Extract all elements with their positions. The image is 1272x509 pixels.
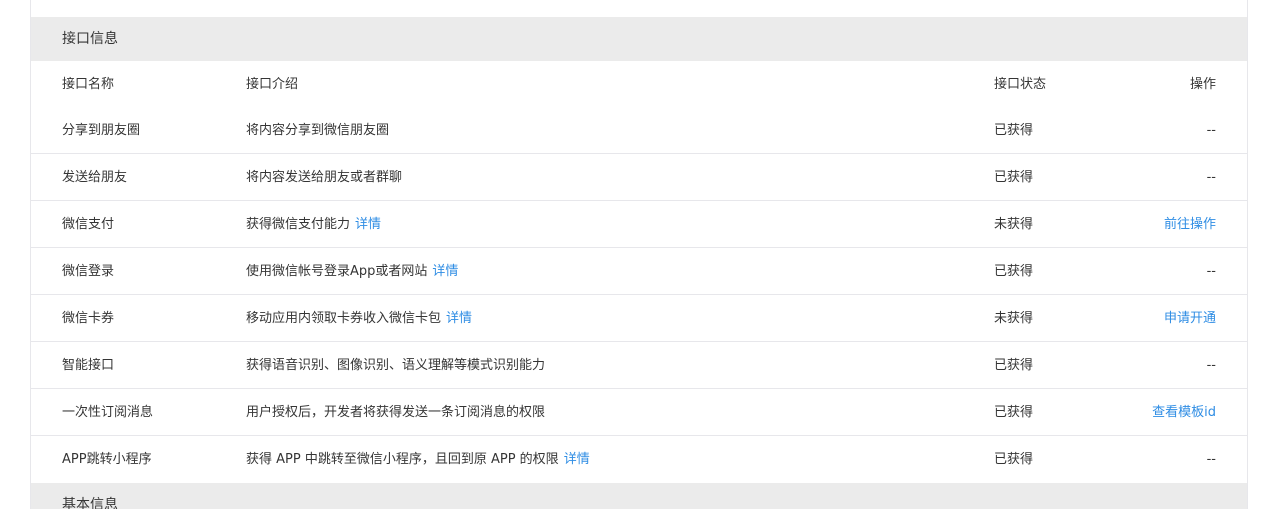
- api-name: 发送给朋友: [62, 170, 128, 185]
- section-title: 基本信息: [62, 497, 118, 509]
- details-link[interactable]: 详情: [446, 311, 472, 326]
- column-header-desc: 接口介绍: [246, 77, 299, 92]
- section-header-basic-info: 基本信息: [31, 483, 1247, 509]
- api-description: 将内容分享到微信朋友圈: [246, 123, 390, 138]
- api-description-cell: 获得微信支付能力 详情: [246, 201, 381, 248]
- api-description: 使用微信帐号登录App或者网站: [246, 264, 428, 279]
- operation-placeholder: --: [1206, 452, 1216, 467]
- table-row: 微信卡券 移动应用内领取卡券收入微信卡包 详情 未获得 申请开通: [31, 295, 1247, 342]
- api-status: 已获得: [994, 358, 1034, 373]
- api-name: 智能接口: [62, 358, 115, 373]
- table-row: 微信登录 使用微信帐号登录App或者网站 详情 已获得 --: [31, 248, 1247, 295]
- section-header-api-info: 接口信息: [31, 17, 1247, 61]
- table-row: APP跳转小程序 获得 APP 中跳转至微信小程序，且回到原 APP 的权限 详情 已…: [31, 436, 1247, 483]
- operation-placeholder: --: [1206, 170, 1216, 185]
- api-name: 一次性订阅消息: [62, 405, 154, 420]
- section-title: 接口信息: [62, 31, 118, 47]
- api-status: 未获得: [994, 217, 1034, 232]
- table-row: 发送给朋友 将内容发送给朋友或者群聊 已获得 --: [31, 154, 1247, 201]
- api-description-cell: 用户授权后，开发者将获得发送一条订阅消息的权限: [246, 389, 545, 436]
- api-description: 获得语音识别、图像识别、语义理解等模式识别能力: [246, 358, 546, 373]
- operation-placeholder: --: [1206, 264, 1216, 279]
- operation-link[interactable]: 申请开通: [1164, 295, 1216, 342]
- api-description-cell: 使用微信帐号登录App或者网站 详情: [246, 248, 458, 295]
- api-description: 用户授权后，开发者将获得发送一条订阅消息的权限: [246, 405, 546, 420]
- api-name: APP跳转小程序: [62, 452, 152, 467]
- api-description-cell: 移动应用内领取卡券收入微信卡包 详情: [246, 295, 472, 342]
- api-status: 已获得: [994, 123, 1034, 138]
- operation-link[interactable]: 查看模板id: [1152, 389, 1216, 436]
- api-status: 已获得: [994, 264, 1034, 279]
- api-description: 获得微信支付能力: [246, 217, 351, 232]
- column-header-name: 接口名称: [62, 77, 115, 92]
- operation-placeholder: --: [1206, 123, 1216, 138]
- api-description-cell: 获得 APP 中跳转至微信小程序，且回到原 APP 的权限 详情: [246, 436, 590, 483]
- api-description-cell: 将内容发送给朋友或者群聊: [246, 154, 402, 201]
- api-description-cell: 将内容分享到微信朋友圈: [246, 107, 389, 154]
- table-header-row: 接口名称 接口介绍 接口状态 操作: [31, 61, 1247, 108]
- details-link[interactable]: 详情: [432, 264, 458, 279]
- details-link[interactable]: 详情: [355, 217, 381, 232]
- settings-panel: 接口信息 接口名称 接口介绍 接口状态 操作 分享到朋友圈 将内容分享到微信朋友圈…: [30, 0, 1248, 509]
- api-description: 将内容发送给朋友或者群聊: [246, 170, 403, 185]
- operation-placeholder: --: [1206, 358, 1216, 373]
- column-header-operation: 操作: [1189, 77, 1216, 92]
- api-status: 已获得: [994, 452, 1034, 467]
- table-row: 一次性订阅消息 用户授权后，开发者将获得发送一条订阅消息的权限 已获得 查看模板id: [31, 389, 1247, 436]
- api-status: 已获得: [994, 170, 1034, 185]
- table-row: 智能接口 获得语音识别、图像识别、语义理解等模式识别能力 已获得 --: [31, 342, 1247, 389]
- details-link[interactable]: 详情: [564, 452, 590, 467]
- api-name: 微信登录: [62, 264, 115, 279]
- api-name: 微信支付: [62, 217, 115, 232]
- operation-link[interactable]: 前往操作: [1164, 201, 1216, 248]
- table-row: 分享到朋友圈 将内容分享到微信朋友圈 已获得 --: [31, 107, 1247, 154]
- api-description: 移动应用内领取卡券收入微信卡包: [246, 311, 442, 326]
- api-description: 获得 APP 中跳转至微信小程序，且回到原 APP 的权限: [246, 452, 559, 467]
- table-row: 微信支付 获得微信支付能力 详情 未获得 前往操作: [31, 201, 1247, 248]
- api-name: 微信卡券: [62, 311, 115, 326]
- column-header-status: 接口状态: [994, 77, 1047, 92]
- api-status: 未获得: [994, 311, 1034, 326]
- api-name: 分享到朋友圈: [62, 123, 141, 138]
- api-description-cell: 获得语音识别、图像识别、语义理解等模式识别能力: [246, 342, 545, 389]
- api-status: 已获得: [994, 405, 1034, 420]
